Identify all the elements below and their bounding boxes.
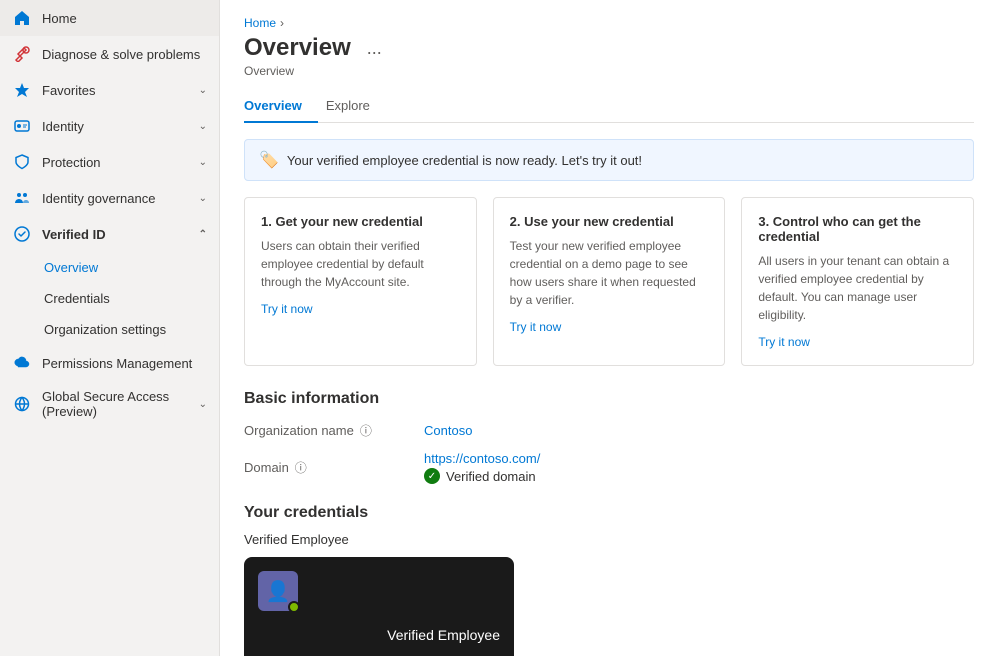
tool-icon [12, 44, 32, 64]
card-2: 2. Use your new credential Test your new… [493, 197, 726, 366]
sidebar-item-favorites[interactable]: Favorites ⌄ [0, 72, 219, 108]
card-3-body: All users in your tenant can obtain a ve… [758, 252, 957, 324]
shield-icon [12, 152, 32, 172]
chevron-down-icon-governance: ⌄ [199, 193, 207, 204]
chevron-down-icon-protection: ⌄ [199, 157, 207, 168]
card-3: 3. Control who can get the credential Al… [741, 197, 974, 366]
page-subtitle: Overview [244, 64, 974, 78]
page-title-row: Overview ... [244, 34, 974, 62]
green-dot [288, 601, 300, 613]
card-1-link[interactable]: Try it now [261, 302, 313, 316]
card-1-body: Users can obtain their verified employee… [261, 237, 460, 291]
sidebar-label-credentials: Credentials [44, 291, 110, 306]
sidebar-item-diagnose[interactable]: Diagnose & solve problems [0, 36, 219, 72]
verified-domain-row: ✓ Verified domain [424, 468, 540, 484]
check-badge-icon [12, 224, 32, 244]
breadcrumb-home-link[interactable]: Home [244, 16, 276, 30]
sidebar-item-global-secure[interactable]: Global Secure Access (Preview) ⌄ [0, 381, 219, 427]
page-menu-button[interactable]: ... [361, 36, 388, 61]
chevron-down-icon: ⌄ [199, 85, 207, 96]
tab-explore[interactable]: Explore [326, 90, 386, 123]
breadcrumb: Home › [244, 16, 974, 30]
chevron-up-icon: ⌃ [199, 229, 207, 240]
sidebar-item-identity-governance[interactable]: Identity governance ⌄ [0, 180, 219, 216]
sidebar-label-diagnose: Diagnose & solve problems [42, 47, 200, 62]
check-circle-icon: ✓ [424, 468, 440, 484]
sidebar-label-global-secure: Global Secure Access (Preview) [42, 389, 199, 419]
credential-card: 👤 Verified Employee Contoso [244, 557, 514, 656]
home-icon [12, 8, 32, 28]
person-icon: 👤 [266, 579, 291, 604]
domain-url[interactable]: https://contoso.com/ [424, 451, 540, 466]
breadcrumb-separator: › [280, 16, 284, 30]
sidebar-item-protection[interactable]: Protection ⌄ [0, 144, 219, 180]
org-name-info-icon[interactable]: ⓘ [360, 422, 372, 439]
card-3-link[interactable]: Try it now [758, 335, 810, 349]
chevron-down-icon-global: ⌄ [199, 399, 207, 410]
globe-icon [12, 394, 32, 414]
sidebar-label-org-settings: Organization settings [44, 322, 166, 337]
org-name-label: Organization name ⓘ [244, 422, 424, 439]
domain-row: Domain ⓘ https://contoso.com/ ✓ Verified… [244, 451, 974, 484]
sidebar-label-overview: Overview [44, 260, 98, 275]
banner: 🏷️ Your verified employee credential is … [244, 139, 974, 181]
sidebar-item-home[interactable]: Home [0, 0, 219, 36]
banner-emoji: 🏷️ [259, 150, 279, 170]
domain-info-icon[interactable]: ⓘ [295, 459, 307, 476]
credentials-section-title: Your credentials [244, 504, 974, 522]
credential-subtitle: Verified Employee [244, 532, 974, 547]
card-2-title: 2. Use your new credential [510, 214, 709, 229]
sidebar-item-org-settings[interactable]: Organization settings [0, 314, 219, 345]
banner-text: Your verified employee credential is now… [287, 153, 642, 168]
tabs: Overview Explore [244, 90, 974, 123]
domain-label: Domain ⓘ [244, 459, 424, 476]
page-title: Overview [244, 34, 351, 62]
sidebar-label-permissions: Permissions Management [42, 356, 192, 371]
sidebar-item-credentials[interactable]: Credentials [0, 283, 219, 314]
people-icon [12, 188, 32, 208]
tab-overview[interactable]: Overview [244, 90, 318, 123]
domain-value: https://contoso.com/ ✓ Verified domain [424, 451, 540, 484]
basic-info-title: Basic information [244, 390, 974, 408]
sidebar-item-verified-id[interactable]: Verified ID ⌃ [0, 216, 219, 252]
card-1: 1. Get your new credential Users can obt… [244, 197, 477, 366]
sidebar-label-home: Home [42, 11, 77, 26]
main-content: Home › Overview ... Overview Overview Ex… [220, 0, 998, 656]
star-icon [12, 80, 32, 100]
sidebar-label-protection: Protection [42, 155, 101, 170]
sidebar-label-favorites: Favorites [42, 83, 95, 98]
org-name-value[interactable]: Contoso [424, 423, 472, 438]
cloud-icon [12, 353, 32, 373]
card-2-body: Test your new verified employee credenti… [510, 237, 709, 309]
sidebar-item-permissions[interactable]: Permissions Management [0, 345, 219, 381]
sidebar: Home Diagnose & solve problems Favorites… [0, 0, 220, 656]
chevron-down-icon-identity: ⌄ [199, 121, 207, 132]
credential-card-icon: 👤 [258, 571, 298, 611]
sidebar-label-identity-governance: Identity governance [42, 191, 155, 206]
card-3-title: 3. Control who can get the credential [758, 214, 957, 244]
sidebar-label-verified-id: Verified ID [42, 227, 106, 242]
sidebar-item-overview[interactable]: Overview [0, 252, 219, 283]
verified-label: Verified domain [446, 469, 536, 484]
card-1-title: 1. Get your new credential [261, 214, 460, 229]
credential-name: Verified Employee [387, 627, 500, 643]
sidebar-item-identity[interactable]: Identity ⌄ [0, 108, 219, 144]
cards-row: 1. Get your new credential Users can obt… [244, 197, 974, 366]
card-2-link[interactable]: Try it now [510, 320, 562, 334]
identity-icon [12, 116, 32, 136]
org-name-row: Organization name ⓘ Contoso [244, 422, 974, 439]
sidebar-label-identity: Identity [42, 119, 84, 134]
